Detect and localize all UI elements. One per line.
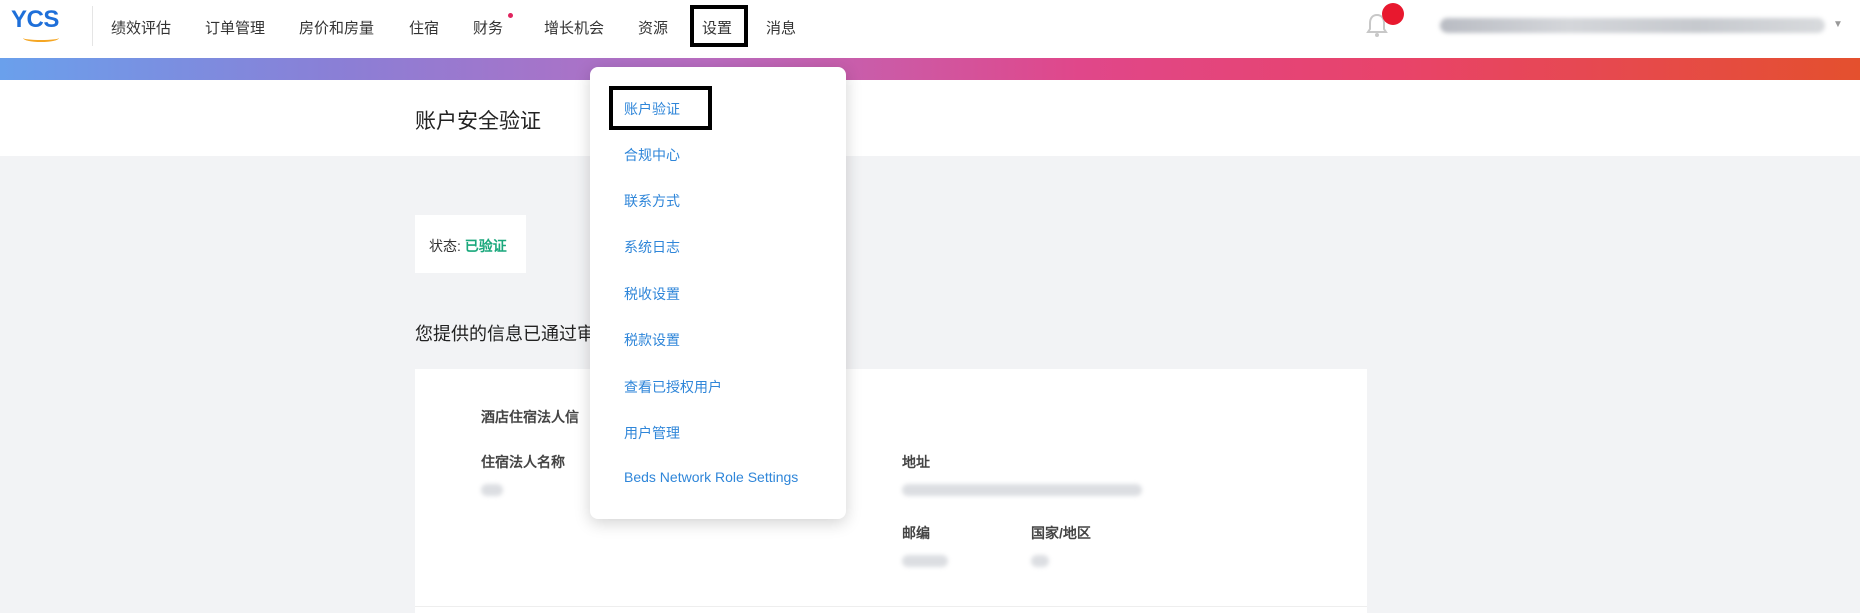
finance-notification-dot <box>508 13 513 18</box>
postcode-label: 邮编 <box>902 525 930 541</box>
logo-text: YCS <box>11 6 59 33</box>
menu-item-account-verification[interactable]: 账户验证 <box>624 99 680 119</box>
menu-item-compliance-center[interactable]: 合规中心 <box>624 145 680 165</box>
nav-item-performance[interactable]: 绩效评估 <box>111 17 171 38</box>
nav-item-messages[interactable]: 消息 <box>766 17 796 38</box>
entity-name-value-blurred <box>481 484 503 496</box>
nav-item-finance[interactable]: 财务 <box>473 17 503 38</box>
menu-item-user-management[interactable]: 用户管理 <box>624 423 680 443</box>
section-title: 酒店住宿法人信 <box>481 409 579 425</box>
nav-item-growth[interactable]: 增长机会 <box>544 17 604 38</box>
page-title: 账户安全验证 <box>415 110 541 133</box>
status-label: 状态: <box>429 238 461 254</box>
page-header: 账户安全验证 <box>0 80 1860 156</box>
menu-item-authorized-users[interactable]: 查看已授权用户 <box>624 377 722 397</box>
chevron-down-icon[interactable]: ▼ <box>1833 19 1843 30</box>
postcode-value-blurred <box>902 555 948 567</box>
country-value-blurred <box>1031 555 1049 567</box>
legal-entity-card: 酒店住宿法人信 住宿法人名称 地址 邮编 国家/地区 <box>415 369 1367 613</box>
menu-item-beds-network-role-settings[interactable]: Beds Network Role Settings <box>624 469 798 485</box>
address-label: 地址 <box>902 454 930 470</box>
brand-gradient-bar <box>0 58 1860 80</box>
nav-item-orders[interactable]: 订单管理 <box>205 17 265 38</box>
status-badge: 已验证 <box>464 238 507 254</box>
nav-item-rates[interactable]: 房价和房量 <box>299 17 374 38</box>
account-selector-blurred[interactable] <box>1440 18 1825 33</box>
entity-name-label: 住宿法人名称 <box>481 454 565 470</box>
nav-divider <box>92 6 93 46</box>
status-box: 状态: 已验证 <box>415 215 526 273</box>
ycs-logo[interactable]: YCS <box>11 6 71 42</box>
settings-highlight-box <box>690 5 748 47</box>
logo-smile-icon <box>23 34 59 42</box>
menu-item-contact-info[interactable]: 联系方式 <box>624 191 680 211</box>
status-text: 状态: 已验证 <box>429 236 507 256</box>
address-value-blurred <box>902 484 1142 496</box>
notification-badge <box>1382 3 1404 25</box>
card-divider <box>415 606 1367 607</box>
country-label: 国家/地区 <box>1031 525 1091 541</box>
menu-item-system-log[interactable]: 系统日志 <box>624 237 680 257</box>
nav-item-lodging[interactable]: 住宿 <box>409 17 439 38</box>
verification-message: 您提供的信息已通过审 <box>415 324 595 344</box>
settings-dropdown: 账户验证 合规中心 联系方式 系统日志 税收设置 税款设置 查看已授权用户 用户… <box>590 67 846 519</box>
top-nav: YCS 绩效评估 订单管理 房价和房量 住宿 财务 增长机会 资源 设置 消息 … <box>0 0 1860 58</box>
menu-item-tax-settings[interactable]: 税收设置 <box>624 284 680 304</box>
menu-item-tax-payment-settings[interactable]: 税款设置 <box>624 330 680 350</box>
nav-item-resources[interactable]: 资源 <box>638 17 668 38</box>
